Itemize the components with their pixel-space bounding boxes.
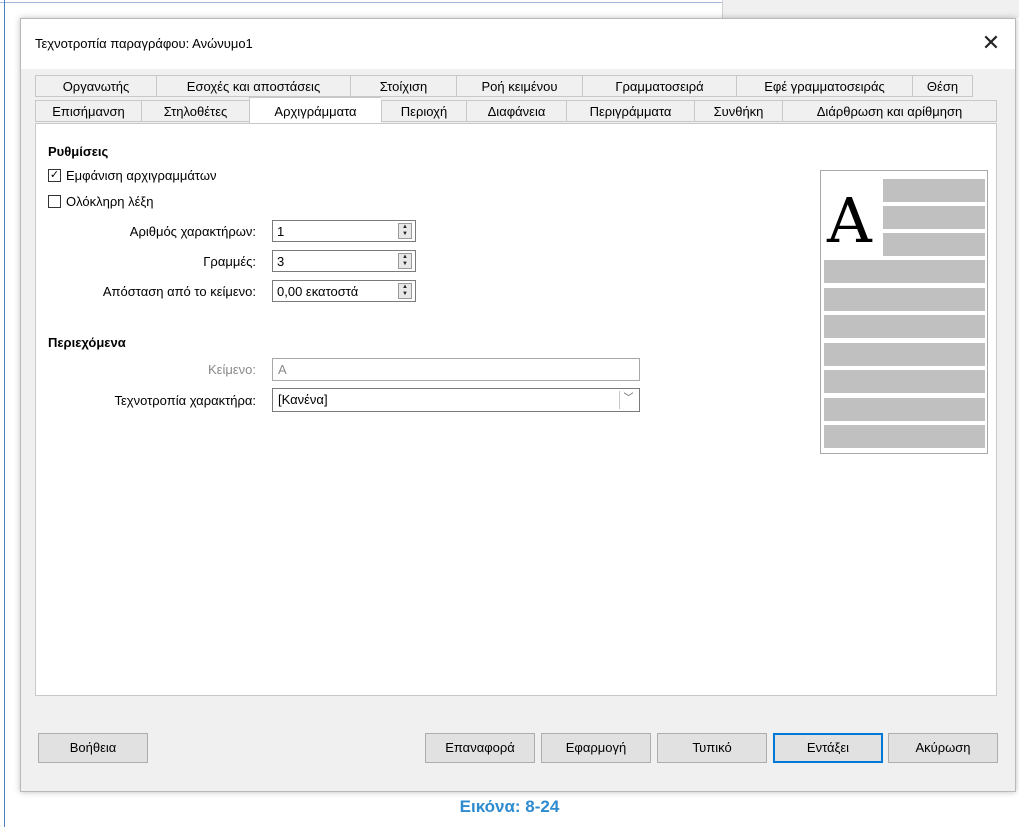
spinner-arrows[interactable]: ▲ ▼ <box>398 253 412 269</box>
preview-line <box>824 398 985 421</box>
tab-organizer[interactable]: Οργανωτής <box>35 75 156 97</box>
help-button[interactable]: Βοήθεια <box>38 733 148 763</box>
tab-tabs[interactable]: Στηλοθέτες <box>141 100 249 122</box>
spin-down-icon[interactable]: ▼ <box>399 261 411 268</box>
settings-heading: Ρυθμίσεις <box>48 144 109 159</box>
tab-borders[interactable]: Περιγράμματα <box>566 100 694 122</box>
spin-down-icon[interactable]: ▼ <box>399 231 411 238</box>
page-frame-left <box>4 0 5 827</box>
tab-font-effects[interactable]: Εφέ γραμματοσειράς <box>736 75 912 97</box>
num-chars-label: Αριθμός χαρακτήρων: <box>129 224 256 239</box>
text-field[interactable]: A <box>272 358 640 381</box>
preview-line <box>824 370 985 393</box>
lines-value: 3 <box>277 254 285 269</box>
title-bar: Τεχνοτροπία παραγράφου: Ανώνυμο1 ✕ <box>21 19 1015 69</box>
standard-button[interactable]: Τυπικό <box>657 733 767 763</box>
tab-row-2: Επισήμανση Στηλοθέτες Αρχιγράμματα Περιο… <box>35 97 997 123</box>
preview-line <box>883 233 985 256</box>
preview-line <box>824 260 985 283</box>
drop-cap-preview: A <box>820 170 988 454</box>
spacing-value: 0,00 εκατοστά <box>277 284 359 299</box>
tab-transparency[interactable]: Διαφάνεια <box>466 100 566 122</box>
spin-up-icon[interactable]: ▲ <box>399 224 411 231</box>
num-chars-spinner[interactable]: 1 ▲ ▼ <box>272 220 416 242</box>
tab-font[interactable]: Γραμματοσειρά <box>582 75 736 97</box>
tab-alignment[interactable]: Στοίχιση <box>350 75 456 97</box>
close-icon[interactable]: ✕ <box>977 29 1005 57</box>
tab-drop-caps[interactable]: Αρχιγράμματα <box>249 97 381 123</box>
dialog-title: Τεχνοτροπία παραγράφου: Ανώνυμο1 <box>35 36 253 51</box>
figure-caption: Εικόνα: 8-24 <box>459 797 560 816</box>
cancel-button[interactable]: Ακύρωση <box>888 733 998 763</box>
preview-letter: A <box>827 184 872 257</box>
preview-line <box>883 179 985 202</box>
apply-button[interactable]: Εφαρμογή <box>541 733 651 763</box>
num-chars-value: 1 <box>277 224 285 239</box>
preview-line <box>883 206 985 229</box>
tab-indents-spacing[interactable]: Εσοχές και αποστάσεις <box>156 75 350 97</box>
spin-up-icon[interactable]: ▲ <box>399 254 411 261</box>
char-style-select[interactable]: [Κανένα] ﹀ <box>272 388 640 412</box>
tab-row-1: Οργανωτής Εσοχές και αποστάσεις Στοίχιση… <box>35 75 973 98</box>
ok-button[interactable]: Εντάξει <box>773 733 883 763</box>
paragraph-style-dialog: Τεχνοτροπία παραγράφου: Ανώνυμο1 ✕ Οργαν… <box>20 18 1016 792</box>
whole-word-row: Ολόκληρη λέξη <box>48 194 153 209</box>
whole-word-checkbox[interactable] <box>48 195 61 208</box>
preview-line <box>824 288 985 311</box>
background-window <box>722 0 1019 18</box>
spinner-arrows[interactable]: ▲ ▼ <box>398 283 412 299</box>
text-label: Κείμενο: <box>208 362 256 377</box>
char-style-value: [Κανένα] <box>278 392 328 407</box>
lines-spinner[interactable]: 3 ▲ ▼ <box>272 250 416 272</box>
tab-condition[interactable]: Συνθήκη <box>694 100 782 122</box>
preview-line <box>824 425 985 448</box>
preview-line <box>824 343 985 366</box>
reset-button[interactable]: Επαναφορά <box>425 733 535 763</box>
spin-up-icon[interactable]: ▲ <box>399 284 411 291</box>
preview-line <box>824 315 985 338</box>
show-dropcaps-checkbox[interactable]: ✓ <box>48 169 61 182</box>
whole-word-label: Ολόκληρη λέξη <box>66 194 154 209</box>
lines-label: Γραμμές: <box>203 254 256 269</box>
tab-outline-numbering[interactable]: Διάρθρωση και αρίθμηση <box>782 100 997 122</box>
char-style-label: Τεχνοτροπία χαρακτήρα: <box>114 393 256 408</box>
spacing-spinner[interactable]: 0,00 εκατοστά ▲ ▼ <box>272 280 416 302</box>
tab-text-flow[interactable]: Ροή κειμένου <box>456 75 582 97</box>
show-dropcaps-row: ✓ Εμφάνιση αρχιγραμμάτων <box>48 168 217 183</box>
tab-position[interactable]: Θέση <box>912 75 973 97</box>
tab-area[interactable]: Περιοχή <box>381 100 466 122</box>
chevron-down-icon[interactable]: ﹀ <box>619 391 637 409</box>
show-dropcaps-label: Εμφάνιση αρχιγραμμάτων <box>66 168 217 183</box>
spin-down-icon[interactable]: ▼ <box>399 291 411 298</box>
contents-heading: Περιεχόμενα <box>48 335 126 350</box>
drop-caps-panel: Ρυθμίσεις ✓ Εμφάνιση αρχιγραμμάτων Ολόκλ… <box>35 123 997 696</box>
tab-highlighting[interactable]: Επισήμανση <box>35 100 141 122</box>
spacing-label: Απόσταση από το κείμενο: <box>102 284 256 299</box>
spinner-arrows[interactable]: ▲ ▼ <box>398 223 412 239</box>
